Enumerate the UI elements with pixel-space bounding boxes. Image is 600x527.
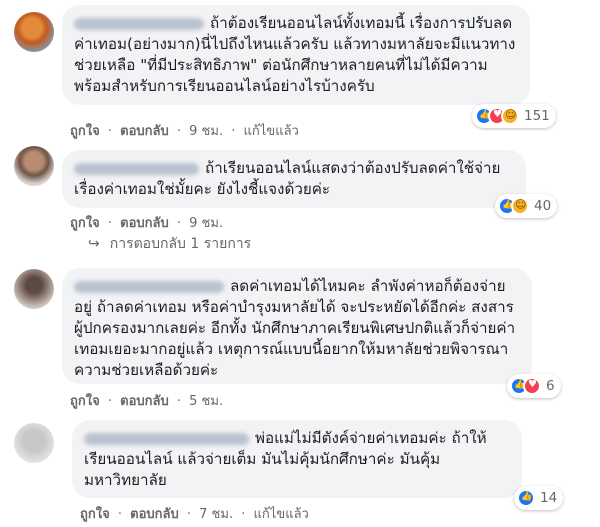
reaction-summary[interactable]: 14 [514, 486, 564, 510]
like-button[interactable]: ถูกใจ [70, 124, 100, 139]
reaction-count: 14 [540, 490, 558, 506]
avatar[interactable] [14, 146, 54, 186]
comment-bubble: พ่อแม่ไม่มีตังค์จ่ายค่าเทอมค่ะ ถ้าให้เรี… [72, 420, 522, 498]
reply-button[interactable]: ตอบกลับ [120, 124, 169, 139]
comment-bubble: ถ้าเรียนออนไลน์แสดงว่าต้องปรับลดค่าใช้จ่… [62, 150, 526, 208]
comment-actions: ถูกใจ · ตอบกลับ · 9 ชม. · แก้ไขแล้ว [70, 124, 299, 139]
reaction-summary[interactable]: 6 [507, 374, 561, 398]
reply-button[interactable]: ตอบกลับ [120, 394, 169, 409]
reply-button[interactable]: ตอบกลับ [130, 507, 179, 522]
timestamp[interactable]: 9 ชม. [189, 124, 223, 139]
comment-actions: ถูกใจ · ตอบกลับ · 7 ชม. · แก้ไขแล้ว [80, 507, 309, 522]
commenter-name[interactable] [74, 162, 199, 175]
reply-arrow-icon: ↪ [88, 236, 100, 252]
love-reaction-icon [523, 377, 541, 395]
timestamp[interactable]: 9 ชม. [189, 216, 223, 231]
timestamp[interactable]: 7 ชม. [199, 507, 233, 522]
comment-bubble: ถ้าต้องเรียนออนไลน์ทั้งเทอมนี้ เรื่องการ… [62, 5, 530, 105]
commenter-name[interactable] [74, 280, 224, 293]
reply-button[interactable]: ตอบกลับ [120, 216, 169, 231]
timestamp[interactable]: 5 ชม. [189, 394, 223, 409]
like-button[interactable]: ถูกใจ [70, 216, 100, 231]
like-button[interactable]: ถูกใจ [80, 507, 110, 522]
edited-label[interactable]: แก้ไขแล้ว [244, 124, 299, 139]
reaction-summary[interactable]: 151 [472, 104, 556, 128]
reaction-count: 6 [546, 378, 555, 394]
replies-label: การตอบกลับ 1 รายการ [109, 236, 252, 252]
view-replies-link[interactable]: ↪ การตอบกลับ 1 รายการ [88, 233, 251, 255]
like-button[interactable]: ถูกใจ [70, 394, 100, 409]
avatar[interactable] [14, 12, 54, 52]
care-reaction-icon [511, 197, 529, 215]
edited-label[interactable]: แก้ไขแล้ว [254, 507, 309, 522]
comment-bubble: ลดค่าเทอมได้ไหมคะ ลำพังค่าหอก็ต้องจ่ายอย… [62, 268, 532, 384]
reaction-count: 151 [524, 108, 550, 124]
avatar[interactable] [14, 269, 54, 309]
reaction-count: 40 [534, 198, 552, 214]
like-reaction-icon [517, 489, 535, 507]
commenter-name[interactable] [74, 17, 204, 30]
comment-actions: ถูกใจ · ตอบกลับ · 5 ชม. [70, 394, 224, 409]
avatar[interactable] [14, 423, 54, 463]
comment-actions: ถูกใจ · ตอบกลับ · 9 ชม. [70, 216, 224, 231]
care-reaction-icon [501, 107, 519, 125]
commenter-name[interactable] [84, 432, 249, 445]
reaction-summary[interactable]: 40 [495, 194, 558, 218]
